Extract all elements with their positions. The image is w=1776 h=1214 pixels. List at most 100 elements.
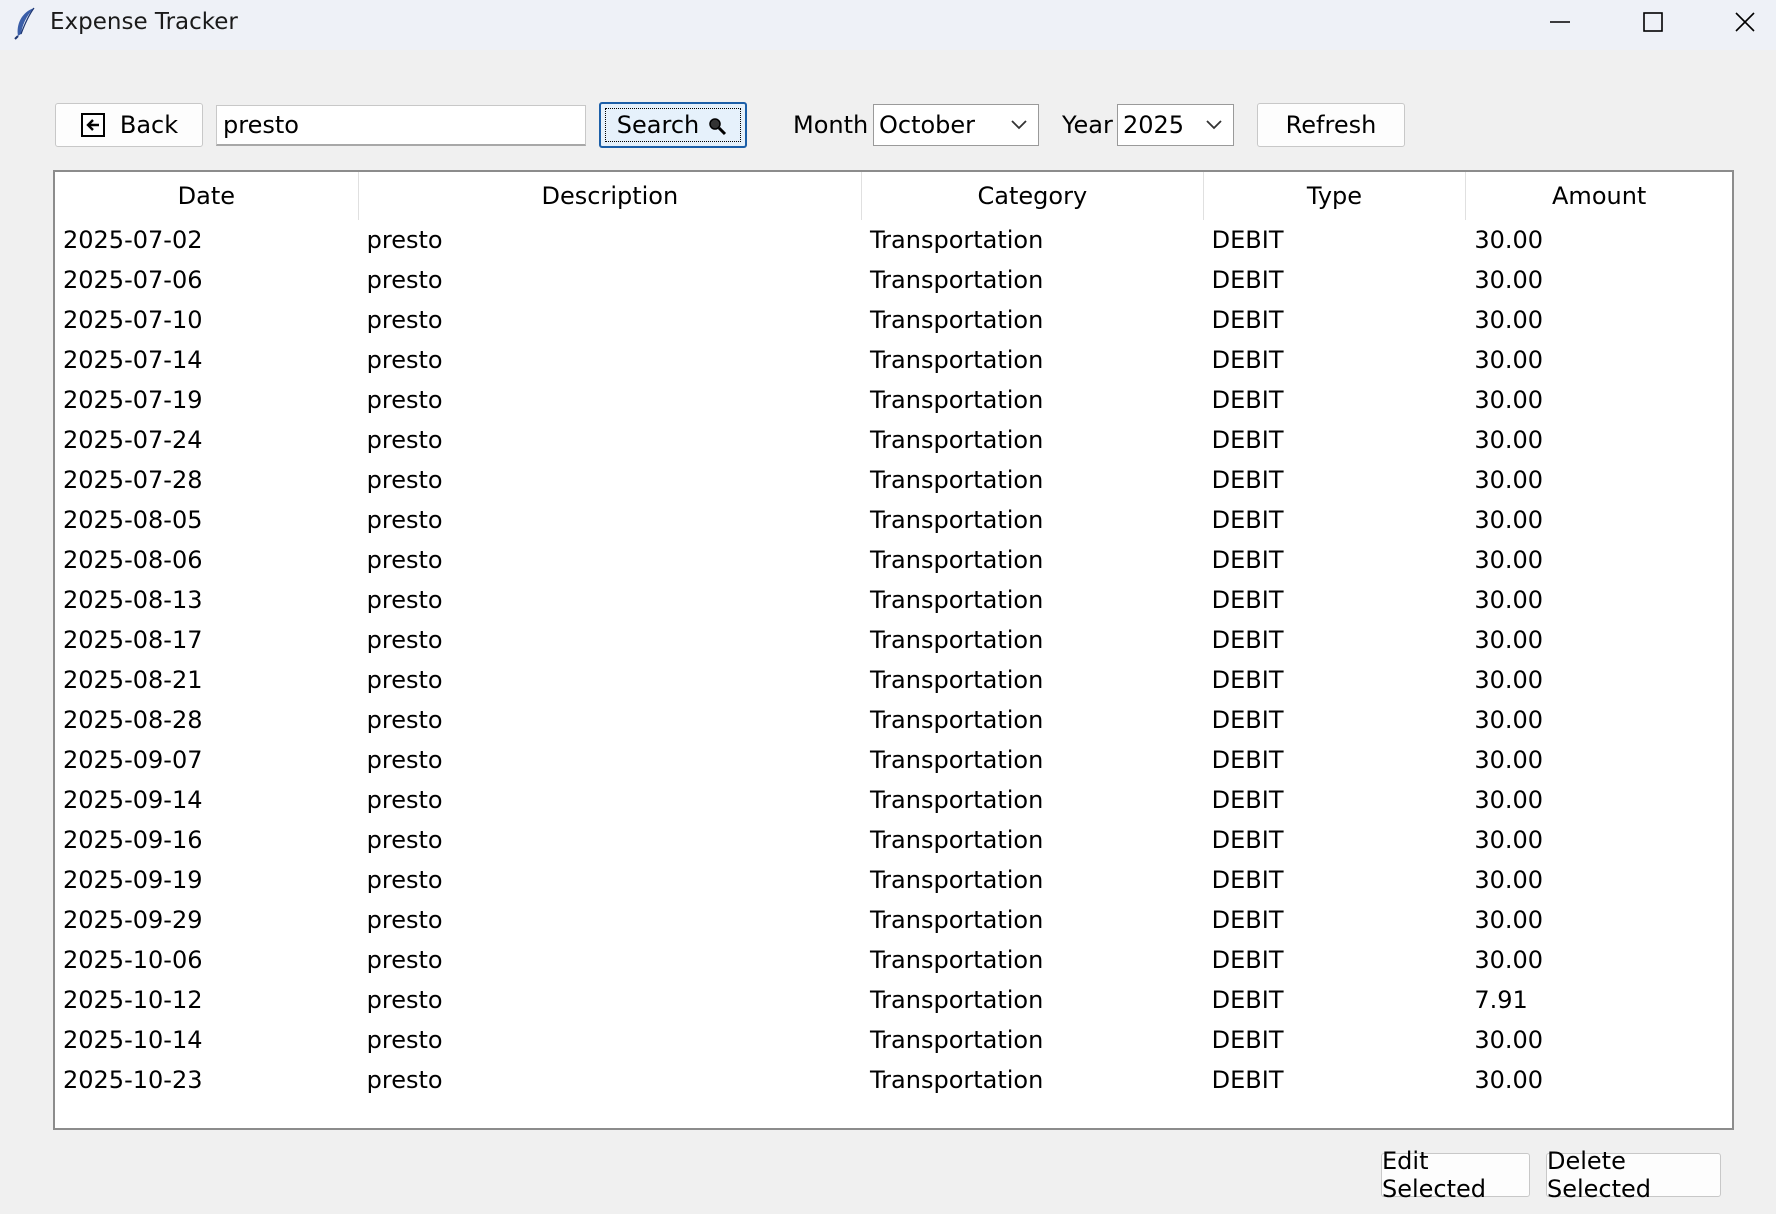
- cell-type: DEBIT: [1211, 666, 1284, 694]
- title-bar: Expense Tracker: [0, 0, 1776, 50]
- cell-description: presto: [366, 946, 443, 974]
- cell-description: presto: [366, 626, 443, 654]
- cell-amount: 30.00: [1474, 826, 1544, 854]
- table-row[interactable]: 2025-10-14 presto Transportation DEBIT 30.00: [55, 1020, 1732, 1060]
- cell-date: 2025-10-12: [63, 986, 203, 1014]
- cell-category: Transportation: [870, 706, 1044, 734]
- cell-category: Transportation: [870, 666, 1044, 694]
- cell-type: DEBIT: [1211, 946, 1284, 974]
- cell-category: Transportation: [870, 906, 1044, 934]
- edit-selected-button[interactable]: Edit Selected: [1381, 1147, 1530, 1203]
- column-header-type[interactable]: Type: [1204, 172, 1467, 220]
- cell-type: DEBIT: [1211, 506, 1284, 534]
- table-row[interactable]: 2025-09-07 presto Transportation DEBIT 30.00: [55, 740, 1732, 780]
- cell-amount: 30.00: [1474, 626, 1544, 654]
- table-row[interactable]: 2025-09-19 presto Transportation DEBIT 30.00: [55, 860, 1732, 900]
- cell-description: presto: [366, 666, 443, 694]
- minimize-icon: [1550, 21, 1570, 23]
- column-header-date[interactable]: Date: [55, 172, 359, 220]
- cell-amount: 30.00: [1474, 1026, 1544, 1054]
- cell-category: Transportation: [870, 226, 1044, 254]
- cell-category: Transportation: [870, 306, 1044, 334]
- table-row[interactable]: 2025-07-14 presto Transportation DEBIT 30.00: [55, 340, 1732, 380]
- cell-description: presto: [366, 586, 443, 614]
- close-icon: [1735, 12, 1755, 32]
- cell-date: 2025-09-19: [63, 866, 203, 894]
- cell-category: Transportation: [870, 466, 1044, 494]
- table-row[interactable]: 2025-07-06 presto Transportation DEBIT 30.00: [55, 260, 1732, 300]
- column-header-category[interactable]: Category: [862, 172, 1204, 220]
- cell-description: presto: [366, 986, 443, 1014]
- table-row[interactable]: 2025-07-28 presto Transportation DEBIT 30.00: [55, 460, 1732, 500]
- table-row[interactable]: 2025-08-28 presto Transportation DEBIT 30.00: [55, 700, 1732, 740]
- refresh-button[interactable]: Refresh: [1257, 103, 1405, 147]
- edit-selected-label: Edit Selected: [1382, 1147, 1487, 1203]
- cell-type: DEBIT: [1211, 426, 1284, 454]
- feather-icon: [12, 6, 38, 40]
- table-row[interactable]: 2025-10-06 presto Transportation DEBIT 30.00: [55, 940, 1732, 980]
- table-row[interactable]: 2025-08-06 presto Transportation DEBIT 30.00: [55, 540, 1732, 580]
- cell-type: DEBIT: [1211, 786, 1284, 814]
- table-row[interactable]: 2025-07-02 presto Transportation DEBIT 30.00: [55, 220, 1732, 260]
- cell-type: DEBIT: [1211, 266, 1284, 294]
- cell-date: 2025-07-19: [63, 386, 203, 414]
- cell-description: presto: [366, 906, 443, 934]
- year-select[interactable]: 2025: [1117, 104, 1234, 146]
- cell-type: DEBIT: [1211, 906, 1284, 934]
- cell-amount: 30.00: [1474, 866, 1544, 894]
- cell-amount: 30.00: [1474, 586, 1544, 614]
- back-button[interactable]: Back: [55, 103, 203, 147]
- cell-date: 2025-07-28: [63, 466, 203, 494]
- cell-amount: 30.00: [1474, 386, 1544, 414]
- cell-date: 2025-10-23: [63, 1066, 203, 1094]
- maximize-button[interactable]: [1608, 0, 1698, 44]
- cell-amount: 30.00: [1474, 666, 1544, 694]
- cell-date: 2025-08-06: [63, 546, 203, 574]
- cell-description: presto: [366, 1066, 443, 1094]
- transactions-table[interactable]: Date Description Category Type Amount 20…: [53, 170, 1734, 1130]
- cell-amount: 30.00: [1474, 506, 1544, 534]
- table-row[interactable]: 2025-09-16 presto Transportation DEBIT 30.00: [55, 820, 1732, 860]
- table-row[interactable]: 2025-08-13 presto Transportation DEBIT 30.00: [55, 580, 1732, 620]
- month-select[interactable]: October: [873, 104, 1039, 146]
- delete-selected-button[interactable]: Delete Selected: [1546, 1147, 1721, 1203]
- table-row[interactable]: 2025-07-19 presto Transportation DEBIT 30.00: [55, 380, 1732, 420]
- close-button[interactable]: [1700, 0, 1776, 44]
- cell-date: 2025-07-06: [63, 266, 203, 294]
- table-row[interactable]: 2025-09-14 presto Transportation DEBIT 30.00: [55, 780, 1732, 820]
- cell-description: presto: [366, 226, 443, 254]
- cell-description: presto: [366, 1026, 443, 1054]
- minimize-button[interactable]: [1515, 0, 1605, 44]
- table-row[interactable]: 2025-09-29 presto Transportation DEBIT 30.00: [55, 900, 1732, 940]
- search-button[interactable]: Search: [599, 102, 747, 148]
- table-row[interactable]: 2025-08-05 presto Transportation DEBIT 30.00: [55, 500, 1732, 540]
- table-row[interactable]: 2025-07-24 presto Transportation DEBIT 30.00: [55, 420, 1732, 460]
- cell-type: DEBIT: [1211, 386, 1284, 414]
- cell-description: presto: [366, 546, 443, 574]
- table-row[interactable]: 2025-10-12 presto Transportation DEBIT 7.91: [55, 980, 1732, 1020]
- cell-type: DEBIT: [1211, 1026, 1284, 1054]
- year-value: 2025: [1123, 111, 1185, 139]
- table-row[interactable]: 2025-10-23 presto Transportation DEBIT 30.00: [55, 1060, 1732, 1100]
- table-row[interactable]: 2025-08-17 presto Transportation DEBIT 30.00: [55, 620, 1732, 660]
- cell-amount: 30.00: [1474, 426, 1544, 454]
- table-header: Date Description Category Type Amount: [55, 172, 1732, 220]
- cell-description: presto: [366, 826, 443, 854]
- table-row[interactable]: 2025-07-10 presto Transportation DEBIT 30.00: [55, 300, 1732, 340]
- cell-amount: 7.91: [1474, 986, 1528, 1014]
- cell-amount: 30.00: [1474, 906, 1544, 934]
- search-input[interactable]: presto: [216, 105, 586, 146]
- table-row[interactable]: 2025-08-21 presto Transportation DEBIT 30.00: [55, 660, 1732, 700]
- cell-amount: 30.00: [1474, 746, 1544, 774]
- cell-description: presto: [366, 506, 443, 534]
- chevron-down-icon: [1011, 120, 1027, 130]
- cell-date: 2025-10-14: [63, 1026, 203, 1054]
- cell-description: presto: [366, 306, 443, 334]
- column-header-description[interactable]: Description: [359, 172, 863, 220]
- cell-amount: 30.00: [1474, 946, 1544, 974]
- cell-date: 2025-09-14: [63, 786, 203, 814]
- chevron-down-icon: [1206, 120, 1222, 130]
- column-header-amount[interactable]: Amount: [1466, 172, 1732, 220]
- cell-amount: 30.00: [1474, 346, 1544, 374]
- cell-date: 2025-08-21: [63, 666, 203, 694]
